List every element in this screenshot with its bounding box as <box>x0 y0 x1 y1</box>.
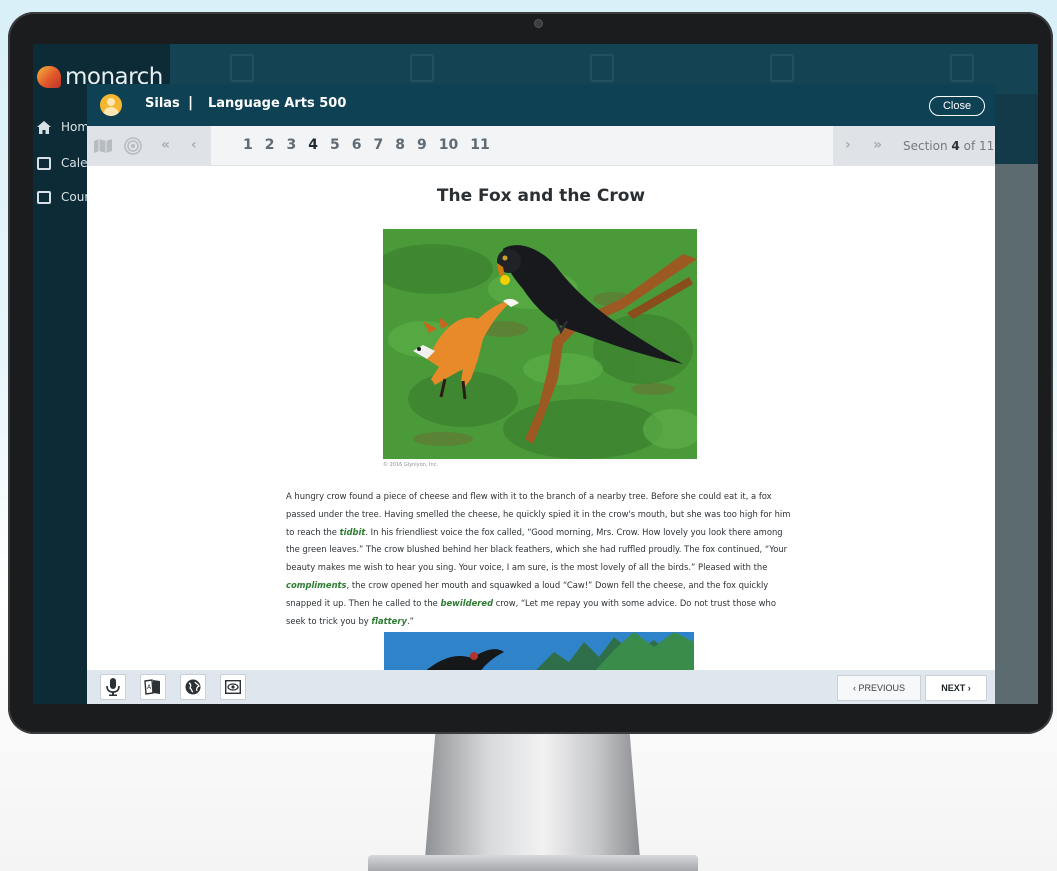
second-illustration <box>384 632 694 670</box>
record-audio-button[interactable] <box>100 674 126 700</box>
globe-icon <box>185 679 201 695</box>
page-numbers: 1 2 3 4 5 6 7 8 9 10 11 <box>243 137 502 153</box>
butterfly-logo-icon <box>37 66 61 88</box>
pattern-icon <box>950 54 974 82</box>
page-link-11[interactable]: 11 <box>470 137 489 153</box>
vocab-word-bewildered[interactable]: bewildered <box>440 598 493 608</box>
page-link-3[interactable]: 3 <box>287 137 297 153</box>
page-link-10[interactable]: 10 <box>439 137 458 153</box>
page-link-4-current[interactable]: 4 <box>308 137 318 153</box>
microphone-icon <box>106 678 120 696</box>
pattern-icon <box>410 54 434 82</box>
story-text: A hungry crow found a piece of cheese an… <box>286 488 798 630</box>
app-background-panel <box>995 164 1038 704</box>
story-text-segment: .” <box>406 615 414 626</box>
monitor-stand <box>425 728 640 858</box>
vocab-word-compliments[interactable]: compliments <box>286 580 347 590</box>
image-credit: © 2016 Glynlyon, Inc. <box>383 462 439 468</box>
vocab-word-flattery[interactable]: flattery <box>371 616 407 626</box>
close-button[interactable]: Close <box>929 96 985 116</box>
home-icon <box>37 120 51 134</box>
page-toolbar: « ‹ 1 2 3 4 5 6 7 8 9 10 11 › » Section … <box>87 126 995 166</box>
screen: monarch Hom Cale Cour Silas | Language A… <box>33 44 1038 704</box>
sidebar-item-courses[interactable]: Cour <box>37 190 89 204</box>
bottom-toolbar: A ‹ PREVIOUS NEXT › <box>87 670 995 704</box>
calendar-icon <box>37 156 51 170</box>
view-mode-button[interactable] <box>220 674 246 700</box>
pattern-icon <box>230 54 254 82</box>
vocab-word-tidbit[interactable]: tidbit <box>340 527 366 537</box>
camera-icon <box>534 19 543 28</box>
student-name: Silas <box>145 96 180 111</box>
eye-icon <box>225 680 241 694</box>
dictionary-button[interactable]: A <box>140 674 166 700</box>
story-title: The Fox and the Crow <box>436 186 646 206</box>
page-link-8[interactable]: 8 <box>395 137 405 153</box>
sidebar-item-home[interactable]: Hom <box>37 120 89 134</box>
avatar <box>100 94 122 116</box>
illustration-image <box>383 229 697 459</box>
translate-button[interactable] <box>180 674 206 700</box>
section-current: 4 <box>951 139 960 153</box>
map-icon[interactable] <box>93 138 113 154</box>
target-icon[interactable] <box>124 137 142 155</box>
page-link-2[interactable]: 2 <box>265 137 275 153</box>
section-total: of 11 <box>963 139 995 153</box>
fox-and-crow-illustration <box>383 229 697 459</box>
pattern-icon <box>770 54 794 82</box>
sidebar-item-label: Hom <box>61 120 90 134</box>
course-title: Language Arts 500 <box>208 96 347 111</box>
page-link-5[interactable]: 5 <box>330 137 340 153</box>
page-link-7[interactable]: 7 <box>374 137 384 153</box>
section-prefix: Section <box>903 139 948 153</box>
illustration-image <box>384 632 694 670</box>
last-page-icon[interactable]: » <box>873 137 882 153</box>
header-separator: | <box>188 95 194 111</box>
previous-button[interactable]: ‹ PREVIOUS <box>837 675 921 701</box>
next-page-icon[interactable]: › <box>845 137 851 153</box>
pattern-icon <box>590 54 614 82</box>
first-page-icon[interactable]: « <box>161 137 170 153</box>
sidebar-item-calendar[interactable]: Cale <box>37 156 87 170</box>
modal-header: Silas | Language Arts 500 Close <box>87 84 995 126</box>
lesson-content: The Fox and the Crow © 2016 Glynlyon, In… <box>87 166 995 670</box>
lesson-reader-modal: Silas | Language Arts 500 Close « ‹ 1 2 … <box>87 84 995 704</box>
page-link-1[interactable]: 1 <box>243 137 253 153</box>
next-button[interactable]: NEXT › <box>925 675 987 701</box>
page-link-6[interactable]: 6 <box>352 137 362 153</box>
toolbar-controls: « ‹ <box>87 126 211 166</box>
sidebar-item-label: Cour <box>61 190 90 204</box>
book-icon <box>37 190 51 204</box>
previous-page-icon[interactable]: ‹ <box>191 137 197 153</box>
monitor-base <box>368 855 698 871</box>
sidebar-item-label: Cale <box>61 156 88 170</box>
section-indicator: Section 4 of 11 <box>903 139 994 153</box>
page-link-9[interactable]: 9 <box>417 137 427 153</box>
dictionary-icon: A <box>144 679 160 695</box>
svg-text:A: A <box>147 684 152 691</box>
